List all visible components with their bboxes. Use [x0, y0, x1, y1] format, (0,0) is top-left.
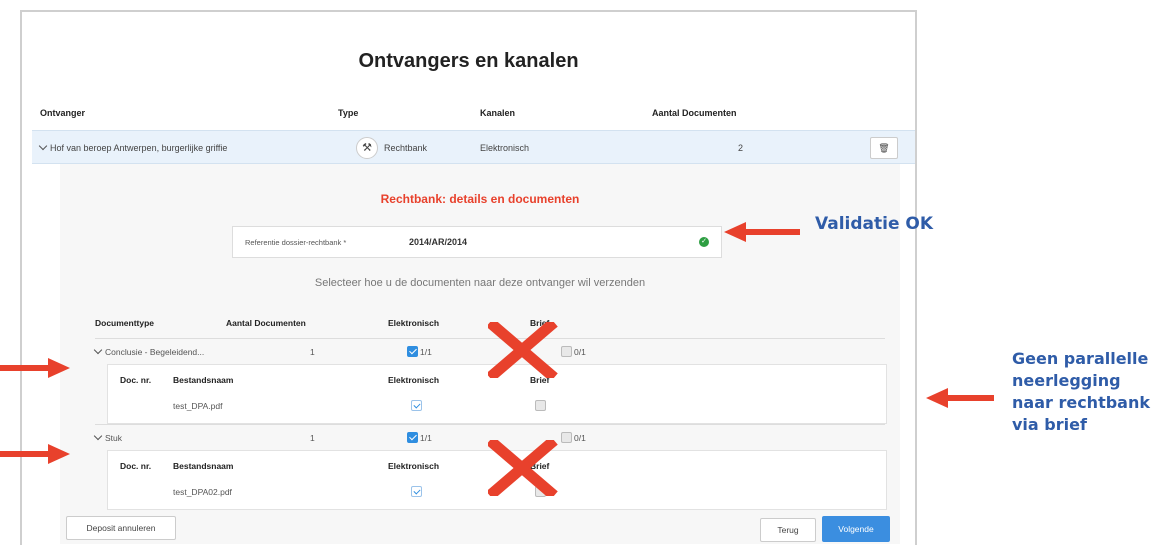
col-header-ontvanger: Ontvanger [40, 108, 86, 118]
letter-ratio: 0/1 [574, 433, 586, 443]
reference-field[interactable]: Referentie dossier-rechtbank * 2014/AR/2… [232, 226, 722, 258]
recipient-count: 2 [738, 143, 744, 153]
detail-header-docnr: Doc. nr. [120, 461, 152, 471]
chevron-down-icon[interactable] [93, 345, 103, 355]
doc-group-type[interactable]: Conclusie - Begeleidend... [93, 345, 205, 357]
annotation-line: via brief [1012, 415, 1087, 434]
doc-header-count: Aantal Documenten [226, 318, 306, 328]
doc-group-type-label: Stuk [105, 433, 123, 443]
trash-icon[interactable]: 🗑 [870, 137, 898, 159]
col-header-type: Type [338, 108, 359, 118]
cancel-deposit-button[interactable]: Deposit annuleren [66, 516, 176, 540]
check-circle-icon: ✓ [699, 237, 709, 247]
doc-group-electronic[interactable]: 1/1 [407, 346, 432, 358]
file-letter-checkbox[interactable] [535, 400, 548, 412]
recipient-row[interactable]: Hof van beroep Antwerpen, burgerlijke gr… [32, 130, 915, 164]
instruction-text: Selecteer hoe u de documenten naar deze … [314, 277, 646, 289]
reference-value[interactable]: 2014/AR/2014 [409, 237, 467, 247]
doc-group-type-label: Conclusie - Begeleidend... [105, 347, 205, 357]
col-header-aantal: Aantal Documenten [652, 108, 737, 118]
file-name: test_DPA.pdf [173, 401, 223, 411]
detail-header-filename: Bestandsnaam [173, 461, 234, 471]
checkbox-checked-icon[interactable] [411, 486, 422, 498]
red-x-mark [488, 322, 558, 378]
doc-header-type: Documenttype [95, 318, 155, 328]
file-electronic-checkbox[interactable] [411, 400, 424, 412]
dialog-frame: Ontvangers en kanalen Ontvanger Type Kan… [20, 10, 917, 545]
annotation-line: Geen parallelle [1012, 349, 1149, 368]
detail-header-electronic: Elektronisch [388, 461, 440, 471]
electronic-ratio: 1/1 [420, 433, 432, 443]
checkbox-checked-icon[interactable] [411, 400, 422, 412]
details-title: Rechtbank: details en documenten [380, 192, 580, 206]
arrow-right-icon [0, 358, 70, 378]
doc-group-count: 1 [310, 347, 315, 357]
doc-group-type[interactable]: Stuk [93, 431, 123, 443]
doc-group-count: 1 [310, 433, 315, 443]
reference-label: Referentie dossier-rechtbank * [245, 238, 347, 247]
annotation-validation: Validatie OK [815, 214, 934, 234]
annotation-line: neerlegging [1012, 371, 1121, 390]
chevron-down-icon[interactable] [38, 141, 48, 151]
annotation-no-parallel: Geen parallelle neerlegging naar rechtba… [1012, 348, 1172, 436]
annotation-line: naar rechtbank [1012, 393, 1150, 412]
electronic-checkbox[interactable] [407, 432, 418, 444]
arrow-left-icon [926, 388, 994, 408]
letter-ratio: 0/1 [574, 347, 586, 357]
electronic-checkbox[interactable] [407, 346, 418, 358]
recipient-name-cell[interactable]: Hof van beroep Antwerpen, burgerlijke gr… [38, 141, 228, 153]
page-title: Ontvangers en kanalen [358, 50, 579, 72]
checkbox-empty-icon[interactable] [535, 400, 546, 412]
detail-header-electronic: Elektronisch [388, 375, 440, 385]
doc-group-electronic[interactable]: 1/1 [407, 432, 432, 444]
file-electronic-checkbox[interactable] [411, 486, 424, 498]
arrow-left-icon [724, 222, 800, 242]
arrow-right-icon [0, 444, 70, 464]
back-button[interactable]: Terug [760, 518, 816, 542]
red-x-mark [488, 440, 558, 496]
detail-header-docnr: Doc. nr. [120, 375, 152, 385]
recipient-type: Rechtbank [384, 143, 428, 153]
recipient-channel: Elektronisch [480, 143, 530, 153]
next-button[interactable]: Volgende [822, 516, 890, 542]
doc-header-electronic: Elektronisch [388, 318, 440, 328]
chevron-down-icon[interactable] [93, 431, 103, 441]
recipient-name: Hof van beroep Antwerpen, burgerlijke gr… [50, 143, 228, 153]
electronic-ratio: 1/1 [420, 347, 432, 357]
gavel-icon: ⚒ [356, 137, 378, 159]
col-header-kanalen: Kanalen [480, 108, 516, 118]
file-name: test_DPA02.pdf [173, 487, 232, 497]
detail-header-filename: Bestandsnaam [173, 375, 234, 385]
